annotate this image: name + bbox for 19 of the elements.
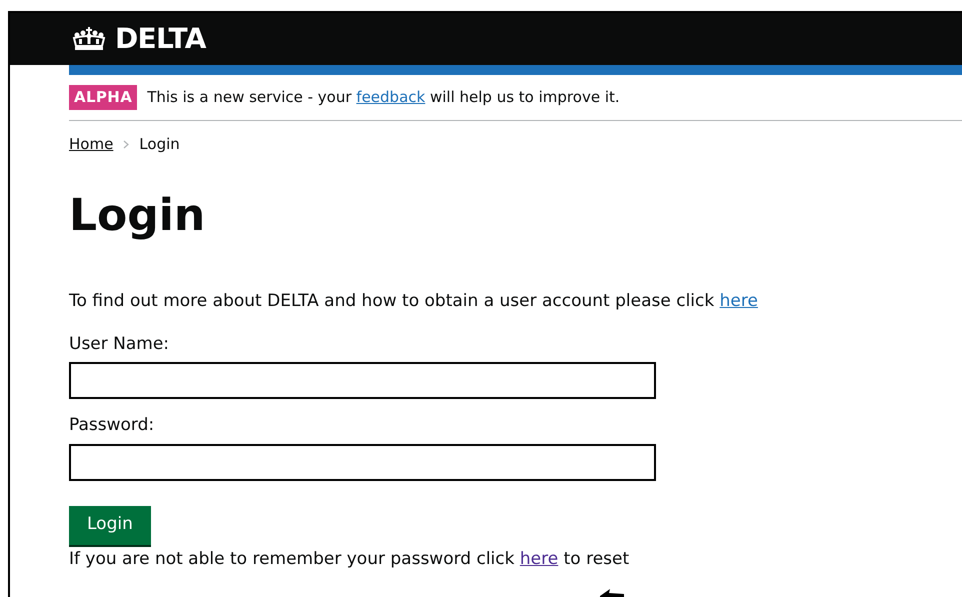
field-label: Password:: [69, 415, 156, 436]
input-field[interactable]: [69, 362, 656, 400]
feedback-link[interactable]: feedback: [356, 88, 426, 106]
chevron-icon: [123, 140, 130, 149]
page-title: Login: [69, 194, 206, 238]
cursor-arrow-icon: [600, 588, 624, 597]
login-button[interactable]: Login: [69, 506, 151, 544]
banner-text: This is a new service - your feedback will help us to improve it.: [147, 87, 620, 108]
input-field[interactable]: [69, 444, 656, 480]
phase-tag: ALPHA: [69, 85, 138, 110]
info-link[interactable]: here: [720, 290, 758, 310]
logo-text[interactable]: DELTA: [115, 18, 206, 60]
crown-icon: [71, 27, 107, 51]
reset-link[interactable]: here: [520, 548, 558, 568]
breadcrumb-current: Login: [139, 134, 180, 155]
field-label: User Name:: [69, 334, 170, 356]
intro-text: To find out more about DELTA and how to obtain a user account please click here: [69, 290, 759, 312]
reset-text: If you are not able to remember your password click here to reset: [69, 548, 630, 570]
breadcrumb-link[interactable]: Home: [69, 133, 114, 156]
